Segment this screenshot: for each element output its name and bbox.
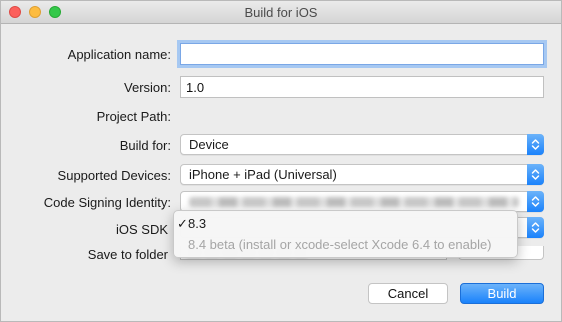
redacted-identity [189, 197, 519, 207]
updown-chevron-icon [527, 191, 544, 212]
application-name-label: Application name: [67, 47, 171, 62]
title-bar: Build for iOS [1, 1, 561, 24]
version-label: Version: [124, 80, 171, 95]
checkmark-icon: ✓ [177, 216, 188, 231]
build-for-value: Device [189, 137, 229, 152]
ios-sdk-menu: ✓ 8.3 8.4 beta (install or xcode-select … [173, 210, 518, 258]
window-title: Build for iOS [244, 5, 318, 20]
code-signing-identity-label: Code Signing Identity: [43, 195, 171, 210]
supported-devices-value: iPhone + iPad (Universal) [189, 167, 337, 182]
build-button[interactable]: Build [460, 283, 544, 304]
build-for-ios-dialog: Build for iOS Application name: Version:… [0, 0, 562, 322]
version-input[interactable] [180, 76, 544, 98]
cancel-button[interactable]: Cancel [368, 283, 448, 304]
ios-sdk-label: iOS SDK [115, 222, 168, 237]
ios-sdk-option-8-3[interactable]: 8.3 [188, 216, 206, 231]
ios-sdk-option-8-4-beta: 8.4 beta (install or xcode-select Xcode … [188, 237, 492, 252]
application-name-input[interactable] [180, 43, 544, 65]
updown-chevron-icon [527, 164, 544, 185]
supported-devices-popup[interactable]: iPhone + iPad (Universal) [180, 164, 544, 185]
updown-chevron-icon [527, 134, 544, 155]
code-signing-identity-popup[interactable] [180, 191, 544, 212]
updown-chevron-icon [527, 217, 544, 238]
supported-devices-label: Supported Devices: [57, 168, 171, 183]
build-for-popup[interactable]: Device [180, 134, 544, 155]
save-to-folder-label: Save to folder [87, 247, 168, 262]
build-for-label: Build for: [119, 138, 171, 153]
project-path-label: Project Path: [96, 109, 171, 124]
